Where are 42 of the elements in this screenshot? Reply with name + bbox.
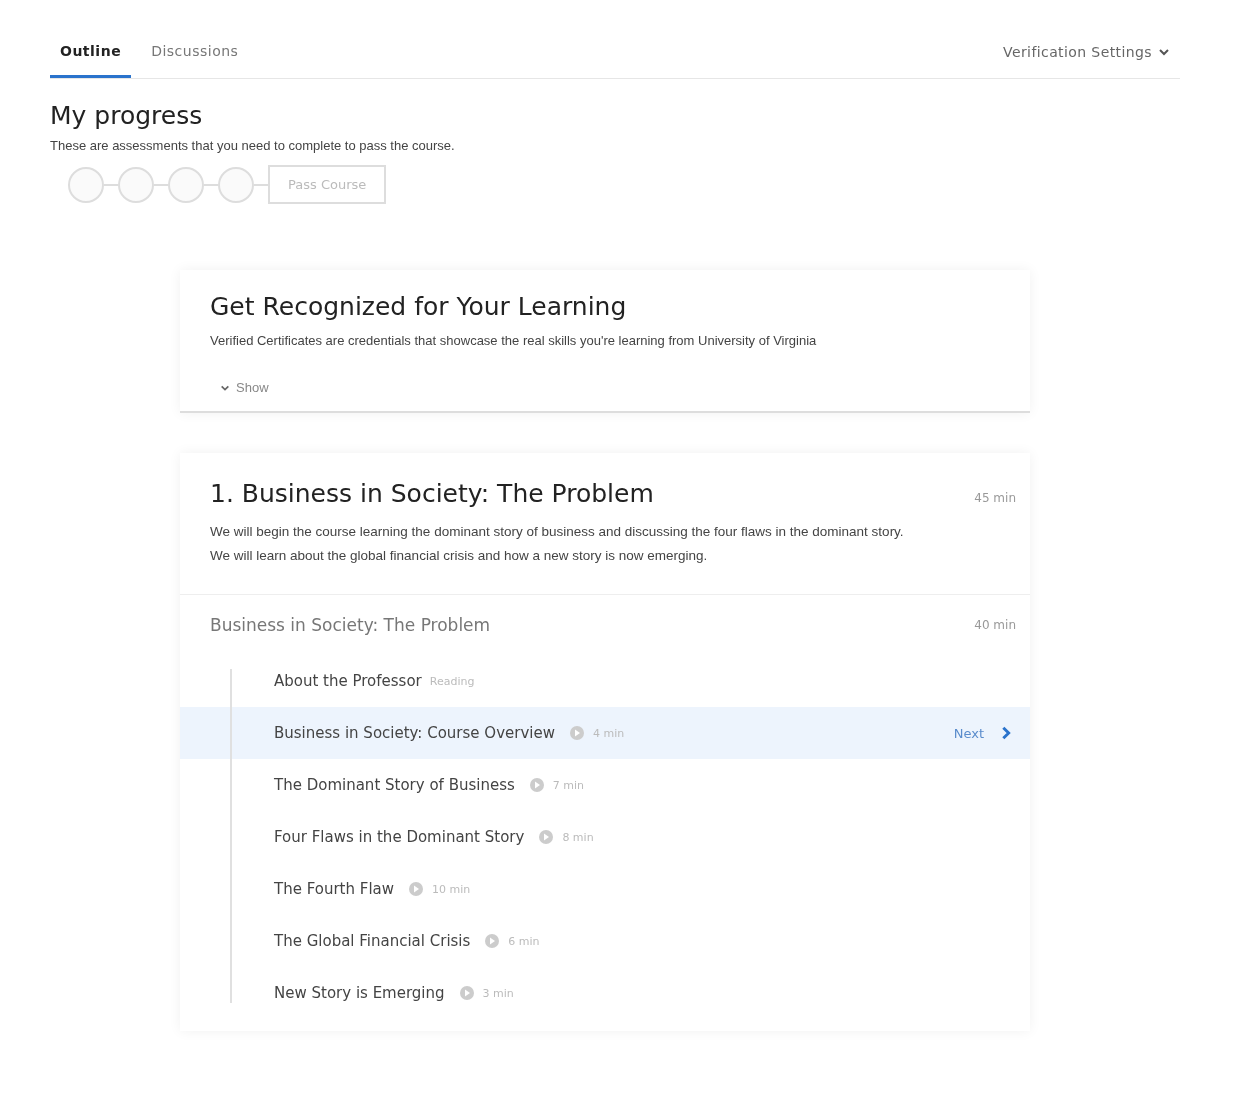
play-icon bbox=[528, 777, 545, 793]
lesson-item-link[interactable]: The Global Financial Crisis bbox=[274, 932, 471, 950]
lesson-item-link[interactable]: Four Flaws in the Dominant Story bbox=[274, 828, 525, 846]
lesson-item-link[interactable]: Business in Society: Course Overview bbox=[274, 724, 555, 742]
lesson-item-link[interactable]: The Dominant Story of Business bbox=[274, 776, 515, 794]
lesson-item-row[interactable]: The Global Financial Crisis 6 min bbox=[180, 915, 1030, 967]
lesson-item-row[interactable]: About the Professor Reading bbox=[180, 655, 1030, 707]
play-icon bbox=[458, 985, 475, 1001]
page-title: My progress bbox=[50, 101, 204, 130]
item-meta: 10 min bbox=[432, 882, 471, 896]
pass-course-goal: Pass Course bbox=[268, 165, 387, 204]
progress-description: These are assessments that you need to complete to pass the course. bbox=[50, 138, 456, 153]
week-title: 1. Business in Society: The Problem bbox=[210, 479, 655, 508]
week-duration: 45 min bbox=[974, 491, 1016, 505]
tab[interactable]: Discussions bbox=[141, 33, 249, 78]
item-meta: Reading bbox=[429, 674, 475, 688]
lesson-duration: 40 min bbox=[974, 618, 1016, 632]
item-meta: 7 min bbox=[552, 778, 585, 792]
lesson-title: Business in Society: The Problem bbox=[210, 615, 492, 635]
item-meta: 6 min bbox=[508, 934, 540, 948]
lesson-item-link[interactable]: New Story is Emerging bbox=[274, 984, 445, 1002]
tab[interactable]: Outline bbox=[50, 33, 132, 78]
lesson-item-row[interactable]: The Fourth Flaw 10 min bbox=[180, 863, 1030, 915]
lesson-item-link[interactable]: About the Professor bbox=[274, 672, 422, 690]
card-description: Verified Certificates are credentials that showcase the real skills you're learning from University of Virginia bbox=[210, 333, 818, 348]
show-toggle[interactable]: Show bbox=[220, 380, 269, 395]
week-description: We will begin the course learning the dominant story of business and discussing the four flaws in the dominant story. We will learn about the global financial crisis and how a new story is now emerging. bbox=[210, 523, 905, 565]
lesson-item-link[interactable]: The Fourth Flaw bbox=[274, 880, 395, 898]
play-icon bbox=[538, 829, 555, 845]
verification-settings-dropdown[interactable]: Verification Settings bbox=[993, 34, 1180, 78]
item-meta: 8 min bbox=[562, 830, 594, 844]
play-icon bbox=[484, 933, 501, 949]
play-icon bbox=[568, 725, 585, 741]
play-icon bbox=[408, 881, 425, 897]
lesson-item-row[interactable]: The Dominant Story of Business 7 min bbox=[180, 759, 1030, 811]
card-title: Get Recognized for Your Learning bbox=[210, 292, 628, 321]
item-meta: 4 min bbox=[592, 726, 625, 740]
item-meta: 3 min bbox=[482, 986, 514, 1000]
lesson-item-row[interactable]: Four Flaws in the Dominant Story 8 min bbox=[180, 811, 1030, 863]
chevron-down-icon bbox=[1158, 46, 1170, 58]
lesson-item-row[interactable]: New Story is Emerging 3 min bbox=[180, 967, 1030, 1019]
lesson-item-row[interactable]: Business in Society: Course Overview 4 min Next bbox=[180, 707, 1030, 759]
